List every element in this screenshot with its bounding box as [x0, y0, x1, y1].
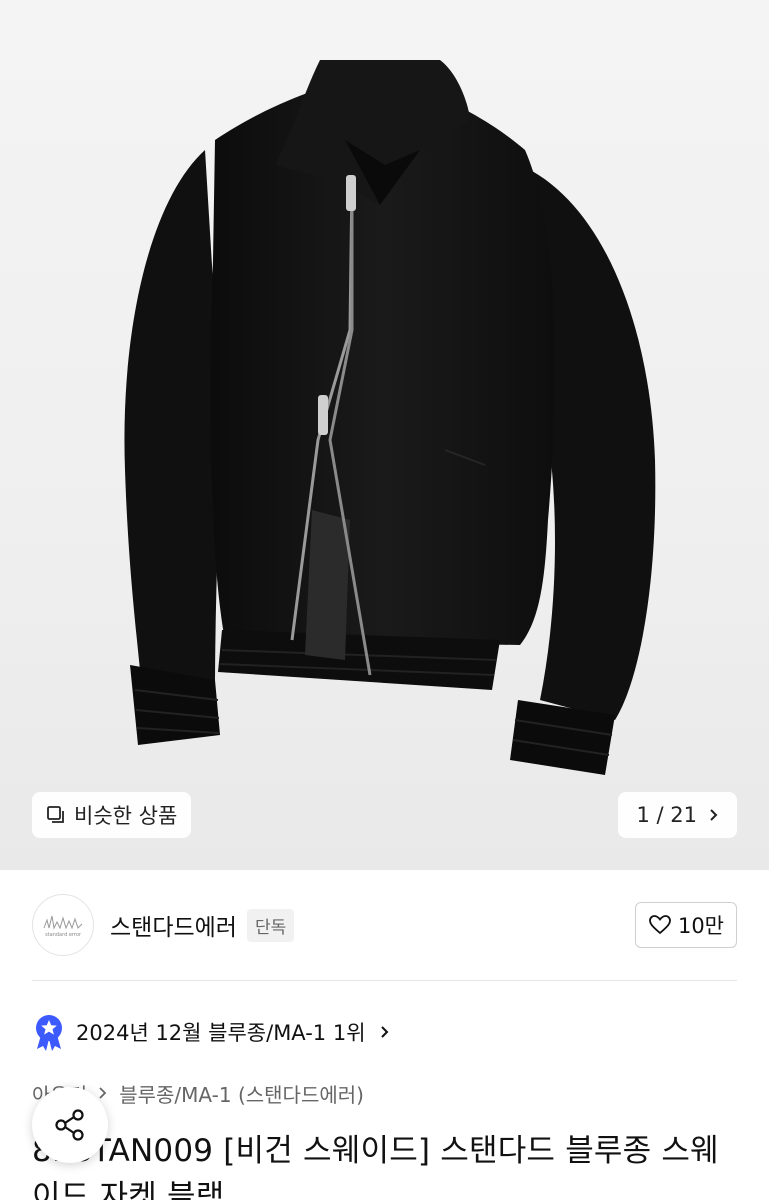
ranking-link[interactable]: 2024년 12월 블루종/MA-1 1위: [32, 1012, 392, 1052]
product-image-gallery[interactable]: 비슷한 상품 1 / 21: [0, 0, 769, 870]
share-icon: [55, 1109, 84, 1141]
product-title: 8. STAN009 [비건 스웨이드] 스탠다드 블루종 스웨이드 자켓 블랙: [32, 1133, 719, 1200]
divider: [32, 980, 737, 981]
chevron-right-icon: [380, 1026, 388, 1038]
share-button[interactable]: [32, 1087, 108, 1163]
similar-items-label: 비슷한 상품: [74, 804, 178, 828]
brand-logo-text: standard error: [45, 932, 82, 938]
chevron-right-icon: [99, 1087, 107, 1099]
brand-name[interactable]: 스탠다드에러: [110, 908, 237, 942]
like-count: 10만: [677, 914, 724, 938]
ranking-text: 2024년 12월 블루종/MA-1 1위: [76, 1021, 366, 1045]
product-photo-jacket: [124, 60, 656, 775]
similar-items-icon: [47, 806, 64, 823]
like-button[interactable]: 10만: [634, 902, 737, 948]
exclusive-tag: 단독: [246, 908, 295, 942]
brand-row: standard error 스탠다드에러 단독 10만: [32, 893, 737, 957]
chevron-right-icon: [710, 809, 718, 821]
image-counter[interactable]: 1 / 21: [618, 792, 737, 838]
heart-outline-icon: [649, 915, 671, 935]
breadcrumb-item-subcategory[interactable]: 블루종/MA-1 (스탠다드에러): [119, 1079, 364, 1108]
brand-logo-mark: standard error: [43, 915, 83, 938]
ranking-badge-icon: [36, 1015, 62, 1051]
image-counter-text: 1 / 21: [636, 803, 697, 827]
brand-logo[interactable]: standard error: [32, 894, 94, 956]
similar-items-button[interactable]: 비슷한 상품: [32, 792, 192, 838]
